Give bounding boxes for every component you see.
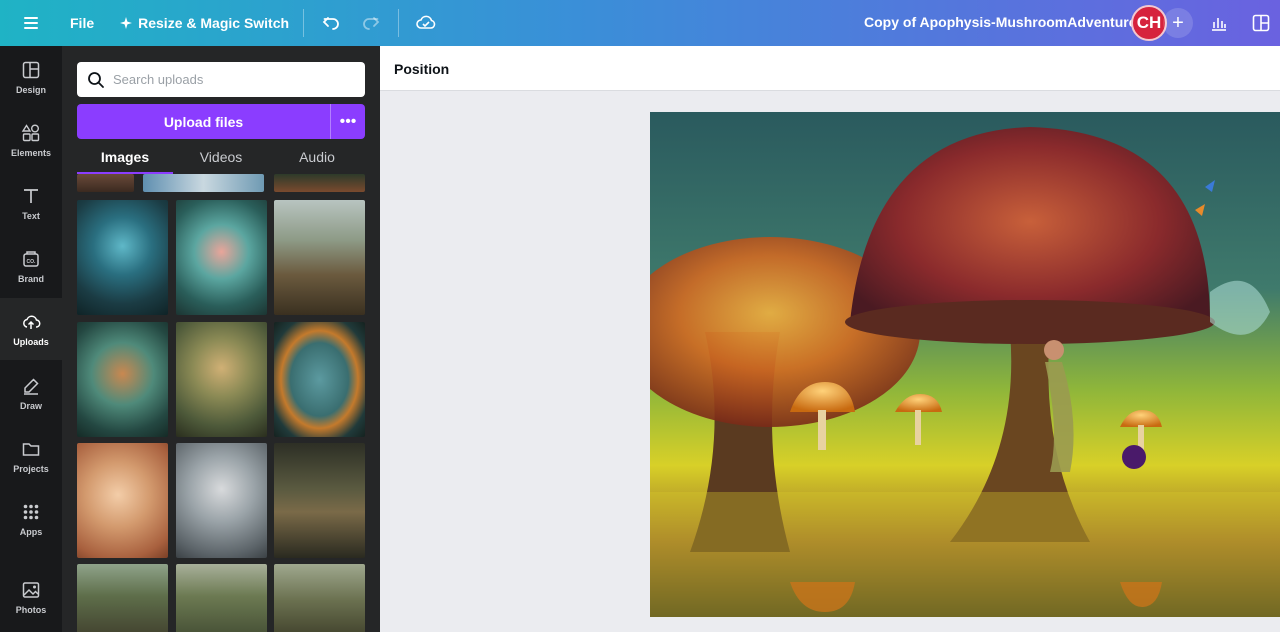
divider [398, 9, 400, 37]
add-collaborator-button[interactable]: + [1163, 8, 1193, 38]
artwork-illustration [650, 112, 1280, 617]
document-title[interactable]: Copy of Apophysis-MushroomAdventure [864, 14, 1137, 30]
text-t-icon [24, 188, 38, 203]
search-input[interactable] [113, 72, 353, 87]
rail-item-elements[interactable]: Elements [0, 109, 62, 171]
top-bar: File Resize & Magic Switch Copy of Apoph… [0, 0, 1280, 46]
more-options-icon[interactable]: ••• [330, 104, 365, 139]
upload-thumbnail[interactable] [176, 443, 267, 558]
rail-item-design[interactable]: Design [0, 46, 62, 108]
upload-thumbnail[interactable] [77, 322, 168, 437]
rail-label: Apps [19, 526, 43, 537]
rail-label: Design [15, 84, 46, 95]
avatar[interactable]: CH [1131, 5, 1167, 41]
tab-images[interactable]: Images [77, 144, 173, 174]
redo-icon[interactable] [358, 10, 384, 36]
context-toolbar: Position [380, 46, 1280, 91]
divider [303, 9, 305, 37]
cloud-save-icon[interactable] [413, 10, 439, 36]
rail-item-photos[interactable]: Photos [0, 566, 62, 628]
uploads-panel: Upload files ••• Images Videos Audio [62, 46, 380, 632]
resize-magic-switch-button[interactable]: Resize & Magic Switch [120, 15, 289, 31]
media-tabs: Images Videos Audio [77, 144, 365, 174]
rail-item-draw[interactable]: Draw [0, 362, 62, 424]
search-box[interactable] [77, 62, 365, 97]
mushroom-artwork-image[interactable] [650, 112, 1280, 617]
upload-thumbnail[interactable] [77, 443, 168, 558]
brand-kit-icon: CO. [23, 250, 39, 267]
upload-thumbnail[interactable] [176, 322, 267, 437]
rail-label: Text [22, 210, 40, 221]
rail-item-apps[interactable]: Apps [0, 488, 62, 550]
rail-label: Uploads [13, 336, 49, 347]
file-menu-button[interactable]: File [70, 15, 94, 31]
draw-pen-icon [24, 377, 39, 395]
rail-item-text[interactable]: Text [0, 172, 62, 234]
photo-image-icon [22, 581, 40, 598]
rail-label: Elements [10, 147, 52, 158]
elements-shapes-icon [21, 123, 40, 141]
insights-chart-icon[interactable] [1206, 10, 1232, 36]
hamburger-menu-icon[interactable] [24, 16, 42, 30]
cloud-upload-icon [23, 315, 41, 329]
svg-text:CO.: CO. [27, 259, 37, 265]
rail-label: Photos [15, 604, 47, 615]
rail-item-projects[interactable]: Projects [0, 425, 62, 487]
upload-thumbnail[interactable] [274, 564, 365, 632]
upload-thumbnail[interactable] [77, 200, 168, 315]
rail-label: Projects [13, 463, 49, 474]
folder-icon [22, 442, 40, 456]
search-icon [88, 71, 104, 88]
tab-videos[interactable]: Videos [173, 144, 269, 174]
upload-thumbnail[interactable] [274, 174, 365, 192]
upload-thumbnail[interactable] [77, 564, 168, 632]
rail-item-uploads[interactable]: Uploads [0, 298, 62, 360]
left-rail: Design Elements Text CO. Brand Uploads D… [0, 46, 62, 632]
upload-thumbnail[interactable] [274, 200, 365, 315]
tab-audio[interactable]: Audio [269, 144, 365, 174]
upload-thumbnail[interactable] [274, 322, 365, 437]
present-panel-icon[interactable] [1248, 10, 1274, 36]
position-button[interactable]: Position [394, 61, 449, 77]
upload-thumbnail[interactable] [274, 443, 365, 558]
rail-label: Brand [17, 273, 44, 284]
uploads-grid [77, 174, 365, 632]
rail-label: Draw [19, 400, 42, 411]
upload-thumbnail[interactable] [176, 200, 267, 315]
undo-icon[interactable] [318, 10, 344, 36]
upload-thumbnail[interactable] [77, 174, 134, 192]
upload-thumbnail[interactable] [176, 564, 267, 632]
upload-controls: Upload files ••• [77, 104, 365, 139]
upload-thumbnail[interactable] [143, 174, 264, 192]
sparkle-crown-icon [120, 17, 133, 29]
rail-item-brand[interactable]: CO. Brand [0, 235, 62, 297]
design-layout-icon [22, 61, 40, 78]
resize-label: Resize & Magic Switch [138, 15, 290, 31]
upload-files-button[interactable]: Upload files [77, 104, 330, 139]
apps-grid-icon [23, 504, 39, 519]
